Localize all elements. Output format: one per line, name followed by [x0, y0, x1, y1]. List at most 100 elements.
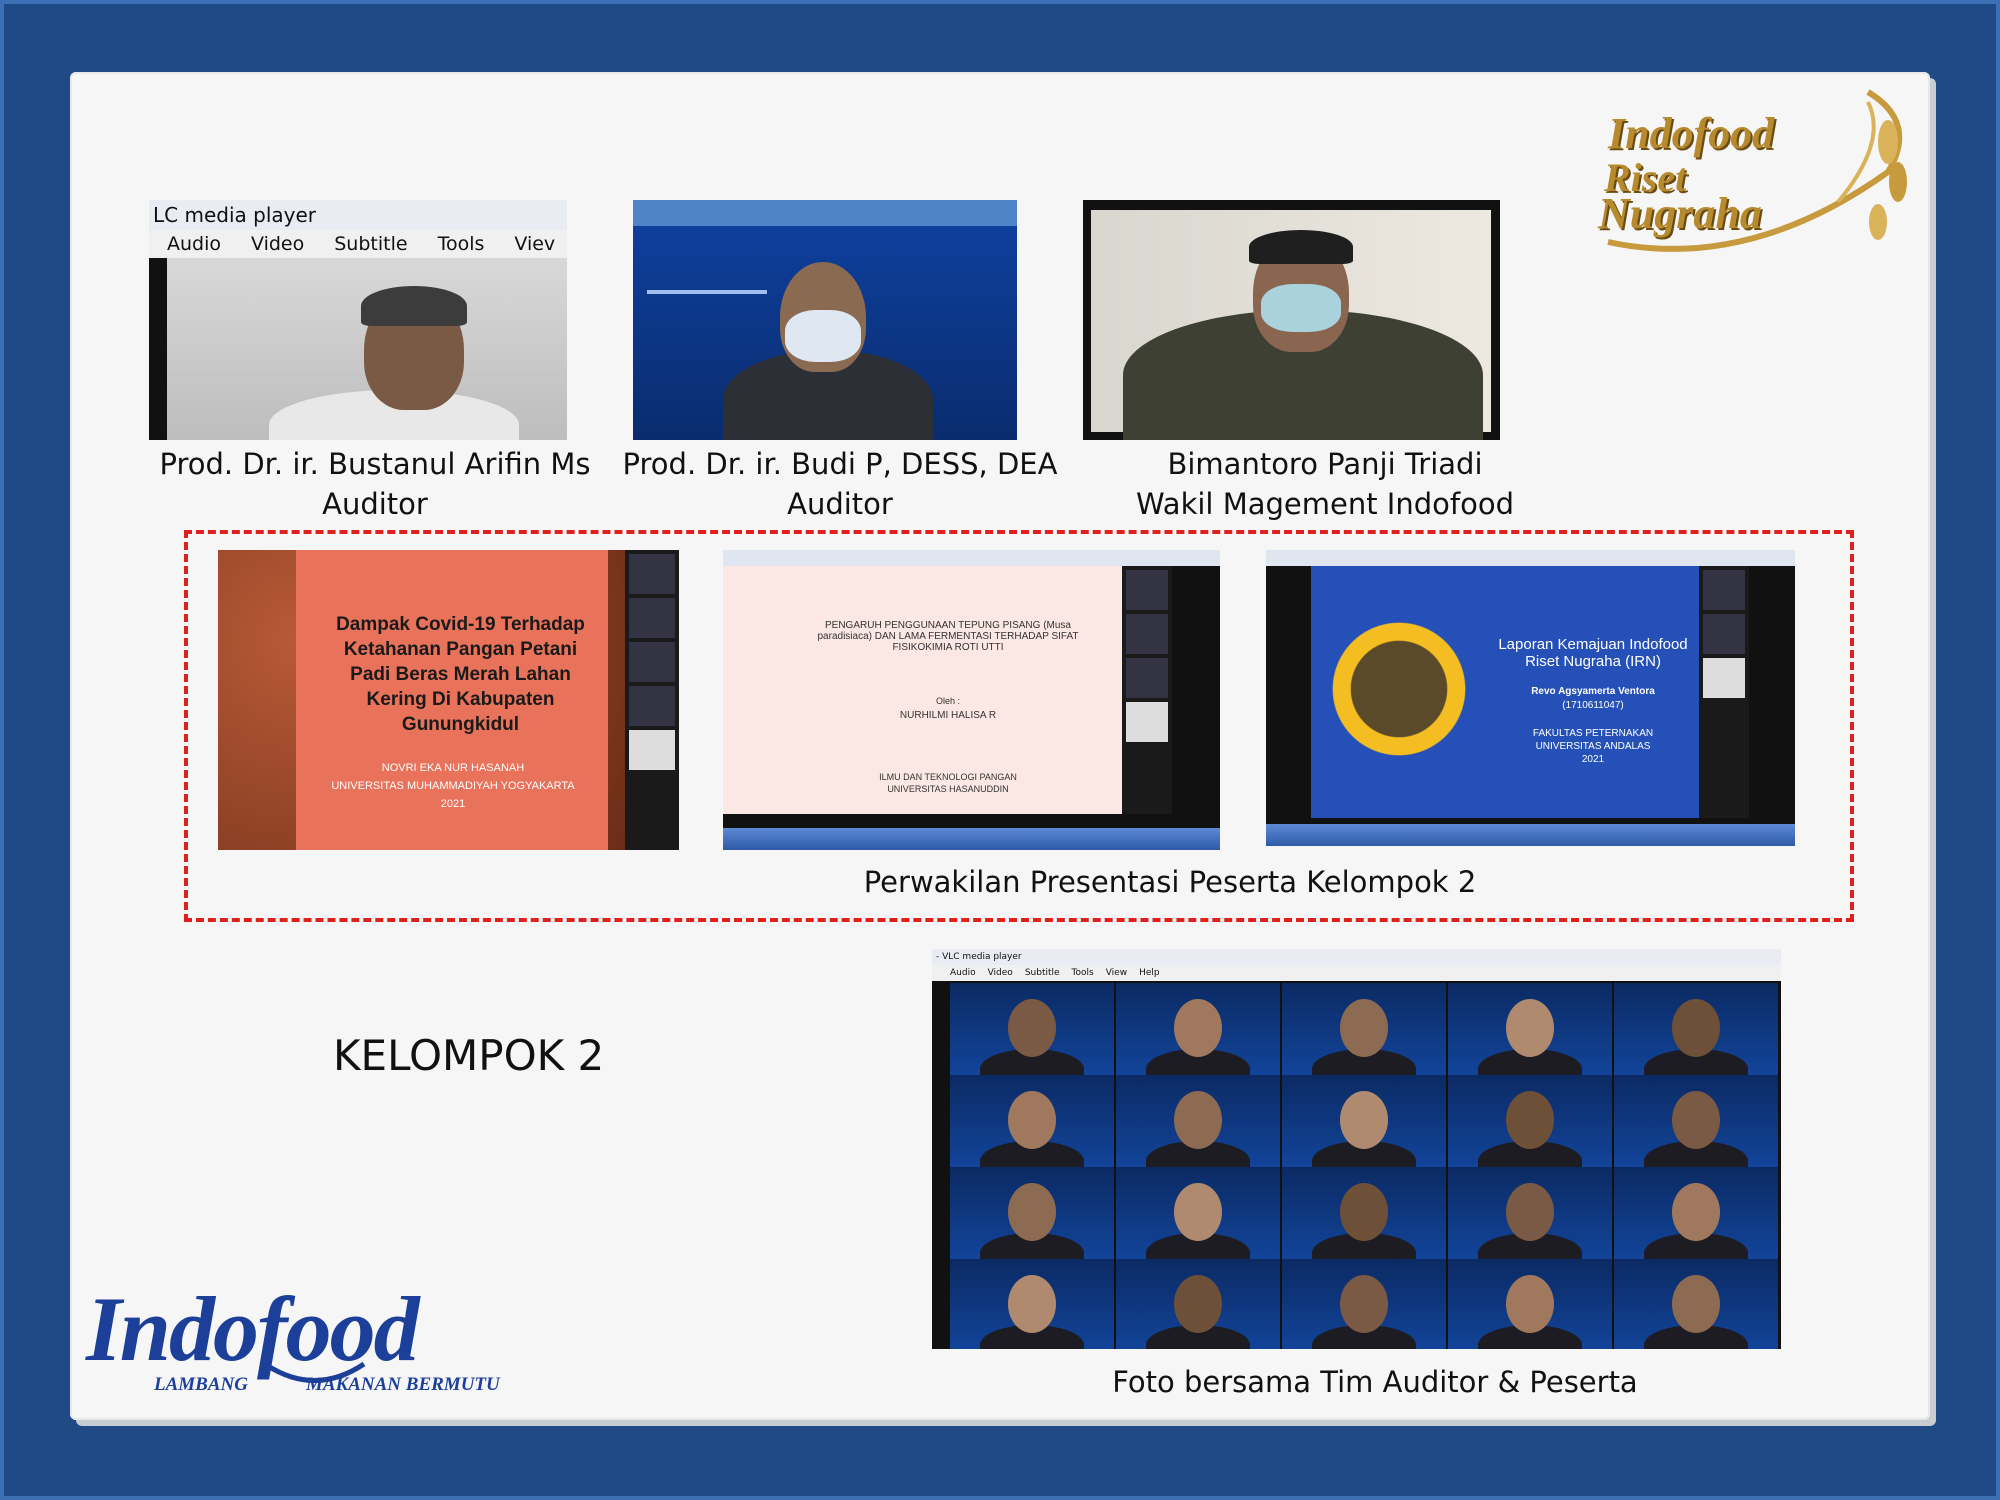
p2-dept: ILMU DAN TEKNOLOGI PANGAN	[879, 772, 1017, 782]
auditor-1-caption: Prod. Dr. ir. Bustanul Arifin Ms Auditor	[140, 444, 610, 524]
participant-tile	[1448, 1075, 1612, 1167]
participant-tile	[1614, 1259, 1778, 1349]
participant-thumb	[629, 598, 675, 638]
participant-head	[1672, 1183, 1720, 1241]
participant-tile	[1282, 983, 1446, 1075]
participant-thumb	[1703, 658, 1745, 698]
menu-audio[interactable]: Audio	[167, 230, 221, 258]
participant-tile	[1282, 1259, 1446, 1349]
menu-subtitle[interactable]: Subtitle	[1025, 965, 1060, 981]
window-bar	[1266, 550, 1795, 566]
irn-logo: Indofood Riset Nugraha	[1588, 82, 1918, 262]
auditor-3-name: Bimantoro Panji Triadi	[1167, 447, 1483, 481]
menu-view[interactable]: Viev	[514, 230, 555, 258]
taskbar	[1266, 824, 1795, 846]
banner-text	[647, 290, 767, 294]
irn-word-1: Indofood	[1608, 109, 1775, 158]
menu-video[interactable]: Video	[251, 230, 304, 258]
p2-univ: UNIVERSITAS HASANUDDIN	[887, 784, 1009, 794]
participant-strip	[625, 550, 679, 850]
face-mask	[1261, 284, 1341, 332]
participant-tile	[1448, 1259, 1612, 1349]
participant-head	[1008, 999, 1056, 1057]
participant-head	[1506, 1091, 1554, 1149]
participant-tile	[1614, 983, 1778, 1075]
indofood-logo: Indofood LAMBANG MAKANAN BERMUTU	[86, 1278, 506, 1406]
menu-tools[interactable]: Tools	[438, 230, 485, 258]
p1-title: Dampak Covid-19 Terhadap Ketahanan Panga…	[336, 614, 585, 735]
auditor-3-video	[1083, 200, 1500, 440]
auditor-3-role: Wakil Magement Indofood	[1135, 487, 1514, 521]
menu-view[interactable]: View	[1106, 965, 1127, 981]
auditor-1-role: Auditor	[322, 487, 428, 521]
menu-help[interactable]: Help	[1139, 965, 1160, 981]
participant-thumb	[1126, 658, 1168, 698]
p3-fac: FAKULTAS PETERNAKAN	[1532, 728, 1654, 739]
participant-head	[1340, 1275, 1388, 1333]
participant-tile	[1116, 983, 1280, 1075]
p3-nim: (1710611047)	[1562, 700, 1624, 711]
auditor-2-video	[633, 200, 1017, 440]
auditor-3-caption: Bimantoro Panji Triadi Wakil Magement In…	[1085, 444, 1565, 524]
menu-video[interactable]: Video	[988, 965, 1013, 981]
vlc-menu: Audio Video Subtitle Tools View Help	[932, 965, 1781, 981]
participant-tile	[1282, 1167, 1446, 1259]
sunflower-image	[1324, 614, 1474, 764]
participant-head	[1008, 1183, 1056, 1241]
participant-thumb	[629, 686, 675, 726]
p2-by: Oleh :	[935, 696, 960, 706]
p1-author: NOVRI EKA NUR HASANAH	[381, 762, 525, 774]
presentation-1: Dampak Covid-19 Terhadap Ketahanan Panga…	[218, 550, 679, 850]
auditor-1-name: Prod. Dr. ir. Bustanul Arifin Ms	[159, 447, 591, 481]
group-photo: - VLC media player Audio Video Subtitle …	[932, 949, 1781, 1349]
hair	[361, 286, 467, 326]
window-bar	[723, 550, 1220, 566]
menu-subtitle[interactable]: Subtitle	[334, 230, 407, 258]
participant-head	[1340, 1091, 1388, 1149]
participant-thumb	[629, 642, 675, 682]
auditor-2-caption: Prod. Dr. ir. Budi P, DESS, DEA Auditor	[600, 444, 1080, 524]
p3-author: Revo Agsyamerta Ventora	[1531, 686, 1655, 697]
group-label: KELOMPOK 2	[333, 1031, 605, 1080]
participant-head	[1174, 1091, 1222, 1149]
p3-title: Laporan Kemajuan Indofood Riset Nugraha …	[1498, 636, 1688, 670]
window-bar	[633, 200, 1017, 226]
participant-head	[1174, 1275, 1222, 1333]
participant-tile	[1116, 1167, 1280, 1259]
hair	[1249, 230, 1353, 264]
p1-univ: UNIVERSITAS MUHAMMADIYAH YOGYAKARTA	[331, 780, 575, 792]
p2-title: PENGARUH PENGGUNAAN TEPUNG PISANG (Musa …	[817, 620, 1079, 653]
tagline-left: LAMBANG	[154, 1374, 248, 1395]
tagline-right: MAKANAN BERMUTU	[306, 1374, 500, 1395]
participant-head	[1672, 999, 1720, 1057]
participant-thumb	[1703, 614, 1745, 654]
participant-thumb	[1126, 614, 1168, 654]
participant-tile	[950, 983, 1114, 1075]
menu-tools[interactable]: Tools	[1072, 965, 1094, 981]
auditor-1-video: LC media player Audio Video Subtitle Too…	[149, 200, 567, 440]
p3-univ: UNIVERSITAS ANDALAS	[1535, 741, 1651, 752]
participant-tile	[950, 1167, 1114, 1259]
vlc-title: LC media player	[149, 200, 567, 230]
participant-head	[1174, 1183, 1222, 1241]
participant-tile	[1282, 1075, 1446, 1167]
auditor-2-role: Auditor	[787, 487, 893, 521]
participant-head	[1506, 1183, 1554, 1241]
participant-tile	[950, 1075, 1114, 1167]
participant-head	[1340, 999, 1388, 1057]
participant-head	[1672, 1275, 1720, 1333]
participant-thumb	[1703, 570, 1745, 610]
irn-word-3: Nugraha	[1598, 189, 1762, 238]
participant-head	[1008, 1091, 1056, 1149]
participant-head	[1008, 1275, 1056, 1333]
presentations-caption: Perwakilan Presentasi Peserta Kelompok 2	[863, 865, 1477, 899]
participant-tile	[1448, 1167, 1612, 1259]
vlc-menu: Audio Video Subtitle Tools Viev	[149, 230, 567, 258]
participant-thumb	[629, 730, 675, 770]
indofood-wordmark: Indofood	[86, 1278, 420, 1380]
p3-year: 2021	[1581, 754, 1605, 765]
participant-strip	[1122, 566, 1172, 814]
auditor-2-name: Prod. Dr. ir. Budi P, DESS, DEA	[622, 447, 1058, 481]
menu-audio[interactable]: Audio	[950, 965, 976, 981]
participant-tile	[1614, 1167, 1778, 1259]
